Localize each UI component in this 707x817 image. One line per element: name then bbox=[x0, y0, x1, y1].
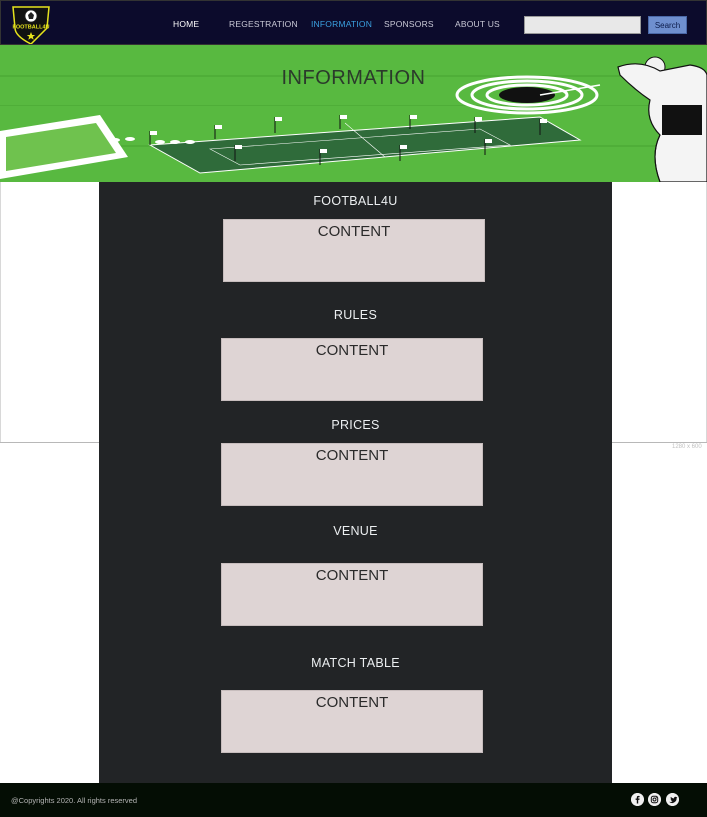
size-hint: 1280 x 600 bbox=[672, 444, 702, 450]
content-box-venue: CONTENT bbox=[221, 563, 483, 626]
content-box-match-table: CONTENT bbox=[221, 690, 483, 753]
section-title-match-table: MATCH TABLE bbox=[311, 656, 400, 670]
nav-registration[interactable]: REGESTRATION bbox=[229, 19, 298, 29]
football4u-logo[interactable]: FOOTBALL4U bbox=[6, 4, 56, 44]
content-placeholder: CONTENT bbox=[315, 567, 389, 584]
section-title-prices: PRICES bbox=[331, 418, 380, 432]
nav-sponsors[interactable]: SPONSORS bbox=[384, 19, 434, 29]
page-title: INFORMATION bbox=[281, 67, 426, 89]
content-placeholder: CONTENT bbox=[315, 342, 389, 359]
section-title-venue: VENUE bbox=[333, 524, 378, 538]
banner-illustration bbox=[0, 45, 707, 182]
nav-about-us[interactable]: ABOUT US bbox=[455, 19, 500, 29]
nav-home[interactable]: HOME bbox=[173, 19, 199, 29]
content-box-prices: CONTENT bbox=[221, 443, 483, 506]
search-button[interactable]: Search bbox=[648, 16, 687, 34]
instagram-icon[interactable] bbox=[648, 793, 661, 806]
copyright-text: @Copyrights 2020. All rights reserved bbox=[11, 796, 138, 805]
content-placeholder: CONTENT bbox=[317, 223, 391, 240]
twitter-icon[interactable] bbox=[666, 793, 679, 806]
top-navbar: FOOTBALL4U HOME REGESTRATION INFORMATION… bbox=[0, 0, 707, 45]
main-content: FOOTBALL4U CONTENT RULES CONTENT PRICES … bbox=[99, 182, 612, 783]
facebook-icon[interactable] bbox=[631, 793, 644, 806]
nav-information[interactable]: INFORMATION bbox=[311, 19, 372, 29]
footer: @Copyrights 2020. All rights reserved bbox=[0, 783, 707, 817]
logo-text: FOOTBALL4U bbox=[13, 25, 50, 31]
search-input[interactable] bbox=[524, 16, 641, 34]
content-box-rules: CONTENT bbox=[221, 338, 483, 401]
content-placeholder: CONTENT bbox=[315, 447, 389, 464]
section-title-football4u: FOOTBALL4U bbox=[313, 194, 398, 208]
section-title-rules: RULES bbox=[333, 308, 378, 322]
hero-banner: INFORMATION bbox=[0, 45, 707, 182]
content-placeholder: CONTENT bbox=[315, 694, 389, 711]
content-box-football4u: CONTENT bbox=[223, 219, 485, 282]
